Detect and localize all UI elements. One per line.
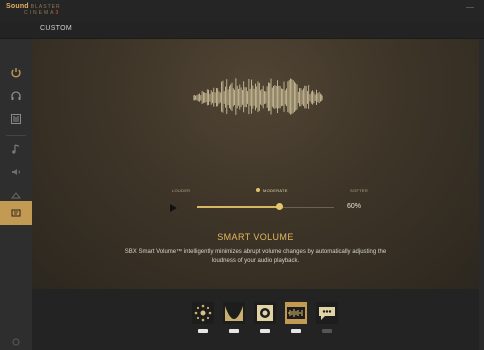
feature-toolbar [32,289,479,350]
headphones-icon[interactable] [8,89,24,103]
smart-volume-icon[interactable] [0,201,32,225]
equalizer-icon[interactable] [8,112,24,126]
dialog-plus-toggle[interactable] [322,329,332,333]
play-preview-button[interactable] [170,204,177,212]
feature-description: SBX Smart Volume™ intelligently minimize… [124,249,387,264]
speaker-icon[interactable] [8,165,24,179]
feature-title: SMART VOLUME [217,232,294,242]
page-title: CUSTOM [40,25,73,32]
level-softer-option[interactable]: Softer [350,188,368,193]
profile-bar: CUSTOM [0,22,484,39]
music-note-icon[interactable] [8,142,24,156]
level-selected-indicator [256,188,260,192]
sidebar [0,39,32,350]
crystalizer-toggle[interactable] [229,329,239,333]
settings-icon[interactable] [8,335,24,349]
bass-toggle[interactable] [260,329,270,333]
logo-text-sound: Sound [6,3,29,10]
level-moderate-option[interactable]: Moderate [263,188,288,193]
surround-toggle[interactable] [198,329,208,333]
sidebar-divider [6,135,26,136]
surround-feature-icon[interactable] [192,302,214,324]
logo-text-3: 3 [55,10,61,16]
main-panel: Louder Moderate Softer 60% SMART VOLUME … [32,39,479,289]
title-bar: Sound BLASTER CINEMA3 [0,0,484,22]
bass-feature-icon[interactable] [254,302,276,324]
dialog-plus-feature-icon[interactable] [316,302,338,324]
scrollbar[interactable] [479,39,484,350]
volume-percent-label: 60% [347,203,362,210]
level-louder-option[interactable]: Louder [172,188,190,193]
level-selector: Louder Moderate Softer [172,186,372,196]
volume-slider-thumb[interactable] [275,203,283,210]
power-icon[interactable] [8,66,24,80]
smart-volume-toggle[interactable] [291,329,301,333]
waveform-visualization [193,78,323,115]
volume-slider-fill [197,206,280,208]
crystalizer-feature-icon[interactable] [223,302,245,324]
logo-text-cinema: CINEMA [24,10,56,16]
smart-volume-feature-icon[interactable] [285,302,307,324]
app-logo: Sound BLASTER CINEMA3 [6,3,61,16]
minimize-button[interactable] [466,7,474,8]
